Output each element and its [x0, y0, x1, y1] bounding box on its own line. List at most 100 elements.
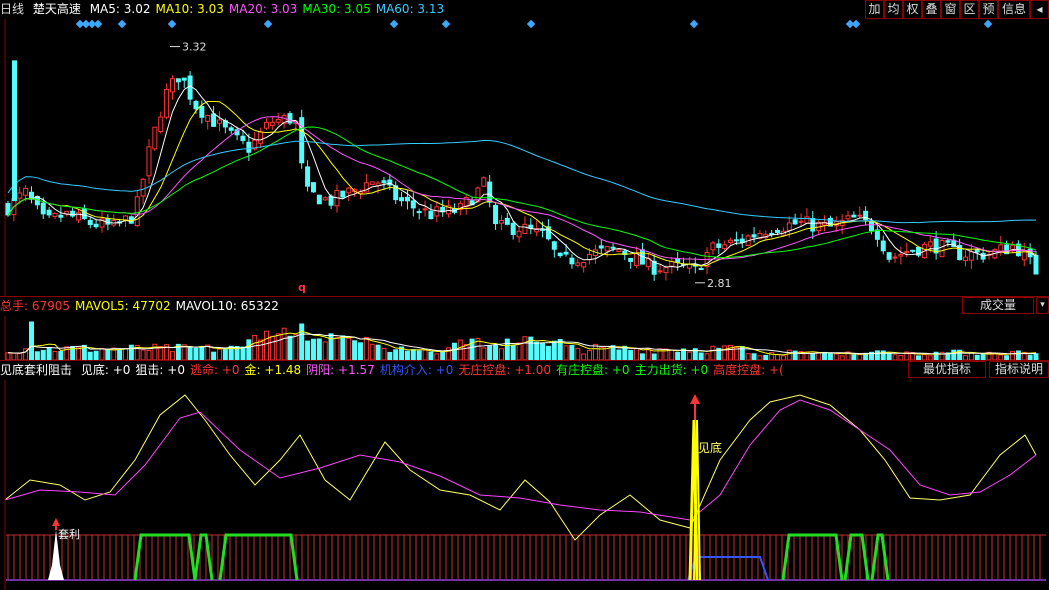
candle-body	[428, 210, 434, 220]
toolbar-button-1[interactable]: 均	[884, 0, 903, 19]
candle-body	[798, 220, 804, 223]
candle-body	[305, 166, 311, 187]
controlled-zone	[133, 533, 197, 581]
candle-body	[698, 267, 704, 270]
volume-chart[interactable]	[0, 316, 1049, 360]
yinyang-line	[4, 399, 1037, 521]
toolbar-button-2[interactable]: 权	[903, 0, 922, 19]
candle-body	[493, 204, 499, 225]
indicator-chart[interactable]: 见底套利	[0, 380, 1049, 590]
volume-bar	[46, 346, 52, 360]
candle-body	[399, 197, 405, 202]
volume-bar	[263, 330, 269, 360]
vol-item-2: MAVOL10: 65322	[175, 299, 279, 313]
volume-bar	[1015, 350, 1021, 360]
volume-bar	[305, 340, 311, 360]
volume-bar	[128, 344, 134, 360]
candle-body	[134, 196, 140, 227]
volume-bar	[346, 337, 352, 360]
volume-info-bar: 总手: 67905 MAVOL5: 47702 MAVOL10: 65322	[0, 297, 284, 316]
candle-body	[369, 181, 375, 185]
toolbar-button-5[interactable]: 区	[960, 0, 979, 19]
volume-bar	[422, 349, 428, 360]
volume-bar	[375, 344, 381, 360]
candle-body	[898, 253, 904, 257]
volume-bar	[363, 336, 369, 360]
volume-indicator-button[interactable]: 成交量	[962, 297, 1034, 314]
candle-body	[422, 208, 428, 211]
candle-body	[616, 249, 622, 253]
candle-body	[775, 230, 781, 234]
candle-body	[93, 223, 99, 228]
toolbar-button-3[interactable]: 叠	[922, 0, 941, 19]
signal-marker-icon	[263, 19, 273, 29]
arbitrage-label: 套利	[58, 528, 80, 541]
volume-bar	[569, 344, 575, 360]
candle-body	[786, 222, 792, 232]
volume-bar	[140, 349, 146, 360]
volume-bar	[951, 349, 957, 360]
volume-bar	[481, 347, 487, 360]
low-price-label: 2.81	[707, 277, 732, 290]
candle-body	[481, 177, 487, 187]
candle-body	[146, 146, 152, 177]
back-icon[interactable]: ◂	[1030, 0, 1049, 19]
candle-body	[81, 208, 87, 220]
volume-bar	[563, 345, 569, 360]
candle-body	[122, 215, 128, 221]
volume-bar	[299, 323, 305, 360]
volume-bar	[293, 334, 299, 360]
signal-marker-icon	[851, 19, 861, 29]
candle-body	[199, 105, 205, 118]
candle-body	[46, 209, 52, 216]
candle-body	[874, 229, 880, 240]
volume-bar	[258, 339, 264, 360]
ind-item-0: 见底: +0	[80, 363, 131, 377]
candle-body	[751, 234, 757, 238]
volume-bar	[628, 349, 634, 360]
candle-body	[169, 78, 175, 93]
signal-marker-icon	[117, 19, 127, 29]
ma-values: MA5: 3.02 MA10: 3.03 MA20: 3.03 MA30: 3.05 M…	[90, 2, 449, 16]
volume-bar	[193, 347, 199, 360]
candle-body	[628, 257, 634, 262]
candle-body	[12, 60, 17, 202]
candle-body	[58, 214, 64, 218]
candle-body	[904, 250, 910, 253]
period-label[interactable]: 日线	[0, 2, 24, 16]
toolbar-button-4[interactable]: 窗	[941, 0, 960, 19]
candle-body	[722, 244, 728, 249]
toolbar-button-6[interactable]: 预	[979, 0, 998, 19]
ma-item-3: MA30: 3.05	[302, 2, 371, 16]
candle-body	[322, 197, 328, 201]
signal-marker-icon	[441, 19, 451, 29]
candle-body	[710, 242, 716, 251]
volume-bar	[886, 352, 892, 360]
best-indicator-button[interactable]: 最优指标	[908, 361, 986, 378]
candle-body	[933, 238, 939, 254]
toolbar-button-0[interactable]: 加	[865, 0, 884, 19]
candle-body	[598, 245, 604, 249]
panel-menu-arrow-icon[interactable]: ▾	[1036, 297, 1049, 314]
volume-bar	[440, 351, 446, 360]
candle-body	[187, 75, 193, 100]
volume-bar	[522, 336, 528, 360]
ind-item-4: 阴阳: +1.57	[306, 363, 375, 377]
price-chart[interactable]: 3.32 2.81 q	[0, 19, 1049, 296]
volume-bar	[240, 346, 246, 360]
candle-body	[17, 192, 23, 199]
ma-item-1: MA10: 3.03	[155, 2, 224, 16]
volume-bar	[381, 347, 387, 360]
ind-item-7: 有庄控盘: +0	[556, 363, 630, 377]
volume-bar	[968, 352, 974, 360]
ind-item-2: 逃命: +0	[189, 363, 240, 377]
volume-bar	[616, 349, 622, 360]
volume-bar	[17, 352, 23, 360]
indicator-explain-button[interactable]: 指标说明	[989, 361, 1049, 378]
volume-bar	[28, 321, 34, 360]
toolbar-button-7[interactable]: 信息	[998, 0, 1030, 19]
candle-body	[575, 262, 581, 266]
volume-bar	[551, 340, 557, 360]
ma-item-2: MA20: 3.03	[228, 2, 298, 16]
volume-bar	[428, 351, 434, 360]
